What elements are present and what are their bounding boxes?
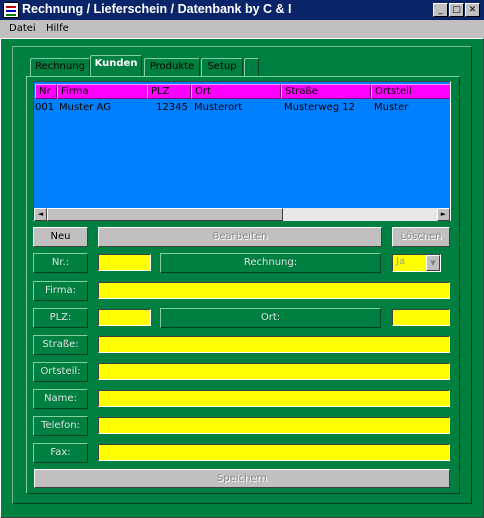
label-plz: PLZ: (33, 308, 88, 328)
table-cell-ortsteil[interactable]: Muster (374, 101, 408, 115)
label-ortsteil: Ortsteil: (33, 362, 88, 382)
menu-hilfe[interactable]: Hilfe (46, 23, 69, 34)
tab-extra[interactable] (244, 58, 259, 76)
app-icon[interactable] (3, 2, 19, 18)
column-header-plz[interactable]: PLZ (147, 84, 191, 99)
menu-bar: Datei Hilfe (0, 20, 484, 38)
label-firma: Firma: (33, 281, 88, 301)
scroll-left-icon[interactable]: ◄ (34, 208, 47, 221)
name-field[interactable] (98, 390, 450, 407)
scroll-track[interactable] (283, 208, 437, 221)
column-header-ort[interactable]: Ort (191, 84, 281, 99)
label-strasse: Straße: (33, 335, 88, 355)
menu-datei[interactable]: Datei (9, 23, 36, 34)
strasse-field[interactable] (98, 336, 450, 353)
window-title: Rechnung / Lieferschein / Datenbank by C… (22, 2, 292, 16)
label-ort: Ort: (160, 308, 381, 328)
table-cell-nr[interactable]: 001 (35, 101, 54, 115)
scroll-right-icon[interactable]: ► (437, 208, 450, 221)
telefon-field[interactable] (98, 417, 450, 434)
new-button[interactable]: Neu (33, 227, 88, 247)
label-rechnung: Rechnung: (160, 253, 381, 273)
horizontal-scrollbar[interactable]: ◄ ► (34, 208, 450, 221)
label-telefon: Telefon: (33, 416, 88, 436)
table-cell-strasse[interactable]: Musterweg 12 (284, 101, 355, 115)
firma-field[interactable] (98, 282, 450, 299)
scroll-thumb[interactable] (47, 208, 283, 221)
edit-button[interactable]: Bearbeiten (98, 227, 382, 247)
tab-rechnung[interactable]: Rechnung (30, 58, 90, 76)
label-fax: Fax: (33, 443, 88, 463)
column-header-strasse[interactable]: Straße (281, 84, 371, 99)
label-nr: Nr.: (33, 253, 88, 273)
maximize-button[interactable]: □ (449, 3, 464, 17)
plz-field[interactable] (98, 309, 151, 326)
column-header-nr[interactable]: Nr (35, 84, 57, 99)
save-button[interactable]: Speichern (34, 469, 450, 488)
close-button[interactable]: ✕ (465, 3, 480, 17)
ortsteil-field[interactable] (98, 363, 450, 380)
dropdown-arrow-icon[interactable]: ▼ (426, 255, 440, 271)
column-header-ortsteil[interactable]: Ortsteil (371, 84, 450, 99)
tab-produkte[interactable]: Produkte (144, 58, 200, 76)
delete-button[interactable]: Löschen (392, 227, 450, 247)
tab-kunden[interactable]: Kunden (90, 55, 142, 77)
fax-field[interactable] (98, 444, 450, 461)
table-cell-plz[interactable]: 12345 (156, 101, 188, 115)
customer-table[interactable]: Nr Firma PLZ Ort Straße Ortsteil 001 Mus… (33, 81, 451, 221)
minimize-button[interactable]: _ (433, 3, 448, 17)
title-bar[interactable]: Rechnung / Lieferschein / Datenbank by C… (0, 0, 484, 20)
tab-setup[interactable]: Setup (201, 58, 243, 76)
ort-field[interactable] (392, 309, 450, 326)
table-cell-ort[interactable]: Musterort (194, 101, 242, 115)
nr-field[interactable] (98, 254, 151, 271)
rechnung-select[interactable]: Ja ▼ (392, 254, 441, 272)
label-name: Name: (33, 389, 88, 409)
table-cell-firma[interactable]: Muster AG (59, 101, 111, 115)
rechnung-select-value: Ja (396, 256, 406, 267)
